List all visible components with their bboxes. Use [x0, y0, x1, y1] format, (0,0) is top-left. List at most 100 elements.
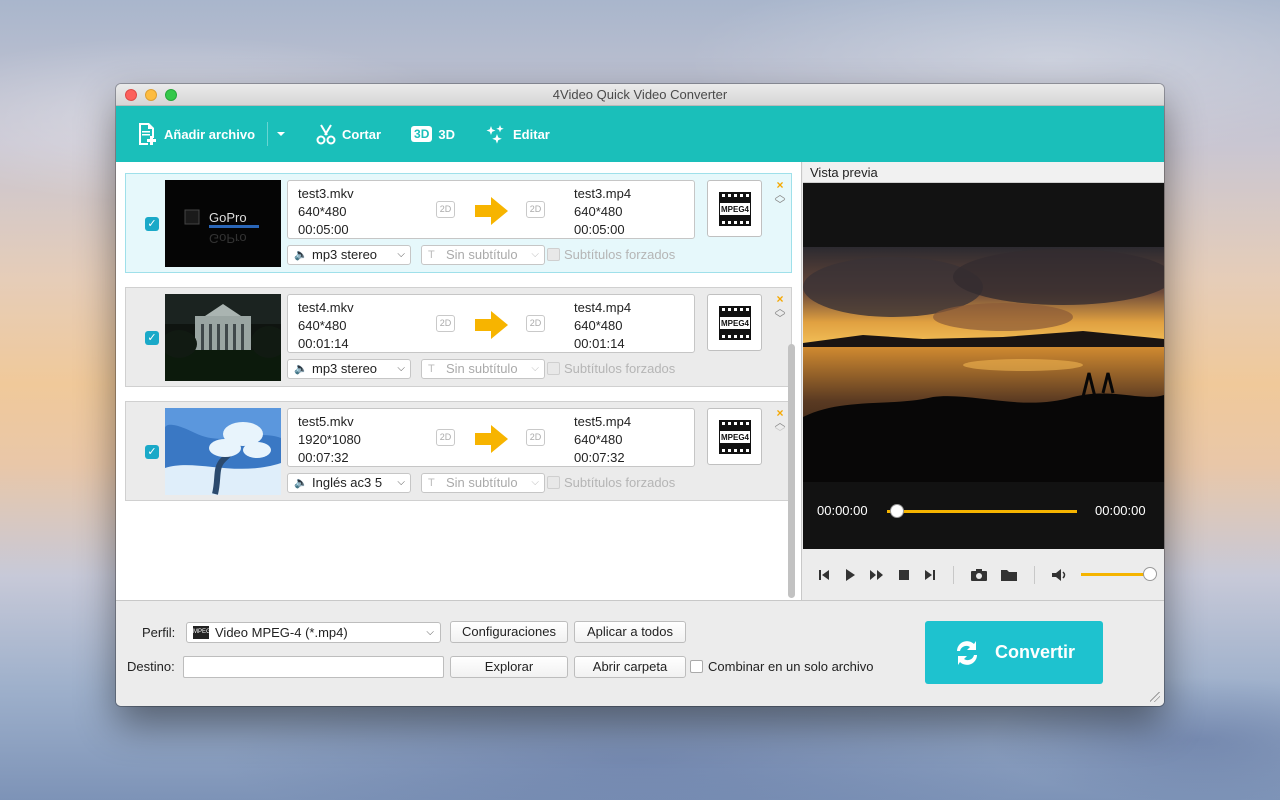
app-window: 4Video Quick Video Converter Añadir arch…: [116, 84, 1164, 706]
source-resolution: 640*480: [298, 204, 347, 219]
item-checkbox[interactable]: ✓: [145, 331, 159, 345]
file-info-box: test3.mkv 640*480 00:05:00 2D 2D test3.m…: [287, 180, 695, 239]
seek-track[interactable]: [887, 510, 1077, 513]
minimize-window-button[interactable]: [145, 89, 157, 101]
speaker-icon: 🔈: [294, 363, 308, 375]
item-controls: × ︿ ﹀: [774, 179, 786, 211]
seek-handle[interactable]: [889, 504, 904, 518]
cut-button[interactable]: Cortar: [316, 106, 381, 162]
add-file-button[interactable]: Añadir archivo: [136, 106, 255, 162]
source-filename: test3.mkv: [298, 186, 354, 201]
audio-track-value: Inglés ac3 5: [312, 475, 383, 490]
divider: [1034, 565, 1035, 584]
convert-button[interactable]: Convertir: [925, 621, 1103, 684]
audio-track-select[interactable]: 🔈 Inglés ac3 5 ⌵: [287, 473, 411, 493]
move-down-icon[interactable]: ﹀: [774, 314, 786, 325]
svg-text:MPEG4: MPEG4: [720, 205, 749, 214]
move-down-icon[interactable]: ﹀: [774, 200, 786, 211]
forced-subtitles-checkbox[interactable]: Subtítulos forzados: [547, 361, 675, 376]
video-thumbnail: [165, 408, 281, 495]
item-controls: × ︿ ﹀: [774, 293, 786, 325]
audio-track-value: mp3 stereo: [312, 247, 378, 262]
add-file-dropdown[interactable]: [267, 122, 286, 146]
volume-slider[interactable]: [1081, 567, 1157, 581]
list-scrollbar[interactable]: [788, 344, 795, 598]
camera-icon[interactable]: [970, 568, 988, 582]
folder-icon[interactable]: [1000, 568, 1018, 582]
settings-button[interactable]: Configuraciones: [450, 621, 568, 643]
three-d-label: 3D: [438, 126, 456, 142]
destination-label: Destino:: [127, 659, 175, 674]
subtitle-select[interactable]: T Sin subtítulo ⌵: [421, 473, 545, 493]
text-icon: T: [428, 249, 435, 261]
move-down-icon[interactable]: ﹀: [774, 428, 786, 439]
output-info: test3.mp4 640*480 00:05:00: [574, 185, 631, 239]
close-window-button[interactable]: [125, 89, 137, 101]
output-info: test5.mp4 640*480 00:07:32: [574, 413, 631, 467]
toolbar: Añadir archivo Cortar 3D 3D Editar: [116, 106, 1164, 162]
forced-subtitles-label: Subtítulos forzados: [564, 247, 676, 262]
combine-checkbox[interactable]: Combinar en un solo archivo: [690, 659, 873, 674]
speaker-icon: 🔈: [294, 477, 308, 489]
input-2d-tag: 2D: [436, 429, 455, 446]
file-item[interactable]: ✓ test5.mkv 1920*1080 00:07:32 2D 2D tes…: [125, 401, 792, 501]
convert-arrow-icon: [475, 425, 508, 453]
item-checkbox[interactable]: ✓: [145, 217, 159, 231]
fast-forward-icon[interactable]: [869, 568, 885, 582]
subtitle-select[interactable]: T Sin subtítulo ⌵: [421, 359, 545, 379]
bottom-panel: Perfil: MPEG Video MPEG-4 (*.mp4) ⌵ Conf…: [116, 600, 1164, 706]
item-controls: × ︿ ﹀: [774, 407, 786, 439]
zoom-window-button[interactable]: [165, 89, 177, 101]
open-folder-button[interactable]: Abrir carpeta: [574, 656, 686, 678]
resize-grip-icon[interactable]: [1150, 692, 1160, 702]
volume-handle[interactable]: [1143, 567, 1157, 581]
forced-subtitles-checkbox[interactable]: Subtítulos forzados: [547, 475, 675, 490]
profile-select[interactable]: MPEG Video MPEG-4 (*.mp4) ⌵: [186, 622, 441, 643]
main-content: ✓ GoPro GoPro test3.mkv 640*480 00:05:00: [116, 162, 1164, 600]
output-filename: test5.mp4: [574, 414, 632, 429]
output-format-button[interactable]: MPEG4: [707, 294, 762, 351]
chevron-down-icon: ⌵: [531, 477, 539, 488]
output-filename: test3.mp4: [574, 186, 632, 201]
checkbox-box: [547, 248, 560, 261]
output-resolution: 640*480: [574, 318, 623, 333]
forced-subtitles-label: Subtítulos forzados: [564, 361, 676, 376]
audio-track-select[interactable]: 🔈 mp3 stereo ⌵: [287, 245, 411, 265]
mpeg4-film-icon: MPEG4: [718, 191, 751, 226]
subtitle-value: Sin subtítulo: [446, 247, 518, 262]
output-format-button[interactable]: MPEG4: [707, 408, 762, 465]
svg-text:GoPro: GoPro: [209, 210, 247, 225]
item-checkbox[interactable]: ✓: [145, 445, 159, 459]
profile-label: Perfil:: [142, 625, 176, 640]
destination-input[interactable]: [183, 656, 444, 678]
source-resolution: 1920*1080: [298, 432, 361, 447]
browse-button[interactable]: Explorar: [450, 656, 568, 678]
video-thumbnail: GoPro GoPro: [165, 180, 281, 267]
subtitle-select[interactable]: T Sin subtítulo ⌵: [421, 245, 545, 265]
source-duration: 00:07:32: [298, 450, 349, 465]
file-item[interactable]: ✓ GoPro GoPro test3.mkv 640*480 00:05:00: [125, 173, 792, 273]
output-2d-tag: 2D: [526, 315, 545, 332]
play-icon[interactable]: [843, 568, 857, 582]
input-2d-tag: 2D: [436, 315, 455, 332]
edit-button[interactable]: Editar: [485, 106, 550, 162]
file-info-box: test4.mkv 640*480 00:01:14 2D 2D test4.m…: [287, 294, 695, 353]
svg-text:MPEG4: MPEG4: [720, 433, 749, 442]
skip-forward-icon[interactable]: [923, 568, 937, 582]
file-item[interactable]: ✓ test4.mkv 640*480 00:01:14 2D 2D test4…: [125, 287, 792, 387]
skip-back-icon[interactable]: [817, 568, 831, 582]
preview-panel: Vista previa 00:00:00 00:00:00: [803, 162, 1164, 600]
forced-subtitles-checkbox[interactable]: Subtítulos forzados: [547, 247, 675, 262]
subtitle-value: Sin subtítulo: [446, 361, 518, 376]
current-time: 00:00:00: [817, 503, 868, 518]
output-format-button[interactable]: MPEG4: [707, 180, 762, 237]
title-bar: 4Video Quick Video Converter: [116, 84, 1164, 106]
stop-icon[interactable]: [897, 568, 911, 582]
mpeg4-film-icon: MPEG4: [718, 419, 751, 454]
speaker-icon: 🔈: [294, 249, 308, 261]
volume-icon[interactable]: [1051, 568, 1069, 582]
apply-to-all-button[interactable]: Aplicar a todos: [574, 621, 686, 643]
three-d-button[interactable]: 3D 3D: [411, 106, 455, 162]
scissors-icon: [316, 124, 336, 145]
audio-track-select[interactable]: 🔈 mp3 stereo ⌵: [287, 359, 411, 379]
